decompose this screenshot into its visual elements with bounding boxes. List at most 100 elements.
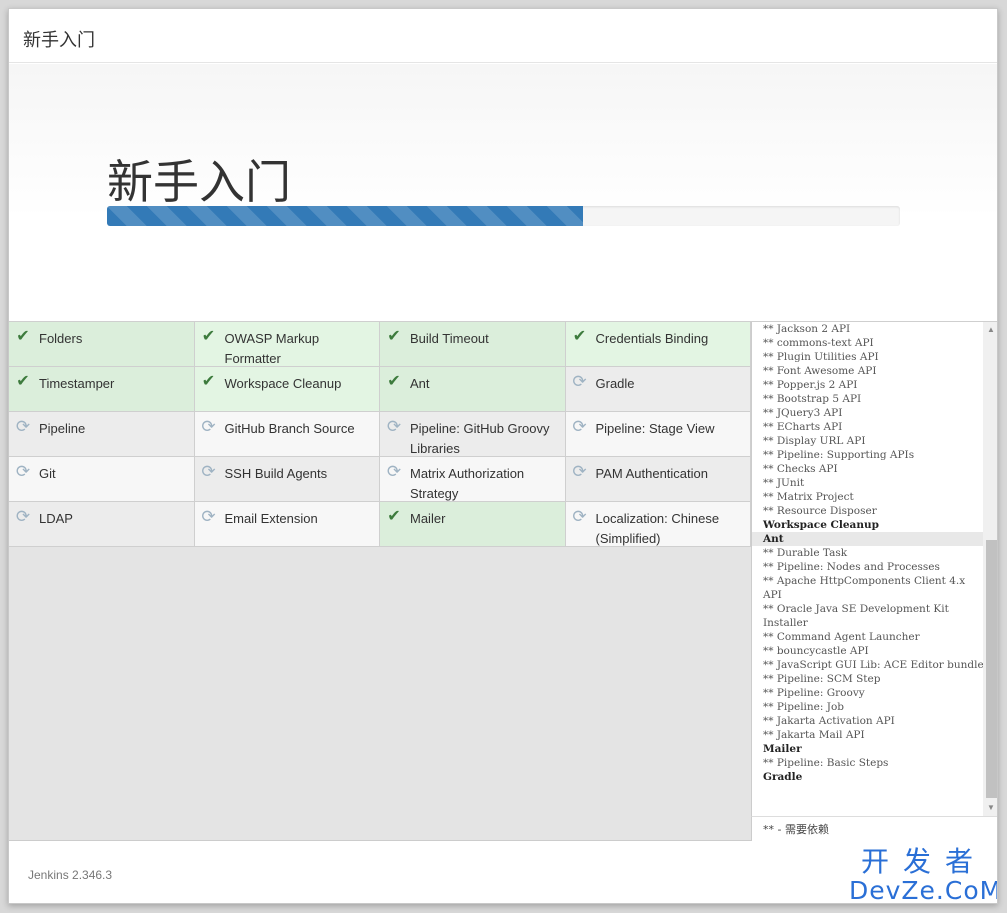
refresh-icon: ⟳ (15, 417, 31, 436)
plugin-name: PAM Authentication (595, 466, 709, 481)
log-line: ** Pipeline: Job (763, 701, 845, 713)
plugin-item: ⟳ Email Extension (194, 502, 380, 547)
log-line: ** Jackson 2 API (763, 323, 851, 335)
dialog-title: 新手入门 (23, 30, 95, 51)
check-icon: ✔ (16, 328, 30, 345)
log-line: ** JUnit (763, 477, 805, 489)
plugin-item: ✔ Timestamper (9, 367, 195, 412)
plugin-item: ⟳ Pipeline: GitHub Groovy Libraries (380, 412, 566, 457)
refresh-icon: ⟳ (15, 462, 31, 481)
scrollbar-thumb[interactable] (986, 540, 997, 798)
scroll-up-arrow-icon[interactable]: ▲ (983, 322, 997, 338)
refresh-icon: ⟳ (572, 462, 587, 481)
plugin-item: ✔ Build Timeout (380, 322, 566, 367)
plugin-item: ⟳ PAM Authentication (565, 457, 751, 502)
plugin-item: ✔ Mailer (380, 502, 566, 547)
page-title: 新手入门 (107, 155, 291, 209)
log-line: ** Pipeline: SCM Step (763, 673, 881, 685)
plugin-name: LDAP (39, 511, 73, 526)
watermark-top: 开发者 (860, 845, 987, 878)
log-line: ** Bootstrap 5 API (763, 393, 862, 405)
check-icon: ✔ (387, 373, 401, 390)
hero-panel: 新手入门 (9, 64, 997, 322)
log-line: ** Display URL API (763, 435, 866, 447)
install-progress (107, 206, 900, 226)
log-line: ** JavaScript GUI Lib: ACE Editor bundle (763, 659, 984, 671)
log-line: ** Checks API (763, 463, 838, 475)
plugin-name: Pipeline: Stage View (595, 421, 715, 436)
plugin-name: Timestamper (39, 376, 115, 391)
plugin-install-area: ✔ Folders ✔ OWASP Markup Formatter ✔ Build Ti… (9, 322, 997, 841)
log-line: ** Oracle Java SE Development Kit Instal… (763, 603, 949, 629)
plugin-item: ⟳ LDAP (9, 502, 195, 547)
plugin-name: SSH Build Agents (224, 466, 328, 481)
plugin-item: ✔ Workspace Cleanup (194, 367, 380, 412)
log-line: Workspace Cleanup (763, 519, 879, 531)
log-line: ** Durable Task (763, 547, 848, 559)
progress-bar-fill (107, 206, 583, 226)
refresh-icon: ⟳ (572, 507, 587, 526)
plugin-item: ✔ Ant (380, 367, 566, 412)
log-line: ** Matrix Project (763, 491, 854, 503)
refresh-icon: ⟳ (386, 462, 402, 481)
plugin-item: ⟳ Gradle (565, 367, 751, 412)
plugin-name: Pipeline (39, 421, 86, 436)
plugin-name: Gradle (595, 376, 635, 391)
plugin-item: ⟳ Matrix Authorization Strategy (380, 457, 566, 502)
plugin-item: ✔ Folders (9, 322, 195, 367)
plugin-item: ⟳ Localization: Chinese (Simplified) (565, 502, 751, 547)
plugin-item: ⟳ GitHub Branch Source (194, 412, 380, 457)
log-scrollbar[interactable]: ▲ ▼ (983, 322, 997, 816)
plugin-name: Git (39, 466, 56, 481)
log-line: ** Apache HttpComponents Client 4.x API (763, 575, 966, 601)
dependency-legend: ** - 需要依赖 (751, 816, 997, 841)
log-line: ** Plugin Utilities API (763, 351, 879, 363)
plugin-item: ✔ OWASP Markup Formatter (194, 322, 380, 367)
refresh-icon: ⟳ (572, 417, 587, 436)
log-line: ** Font Awesome API (763, 365, 877, 377)
dialog-header: 新手入门 (9, 9, 997, 63)
plugin-item: ⟳ Pipeline: Stage View (565, 412, 751, 457)
log-line: ** Pipeline: Groovy (763, 687, 865, 699)
log-line: ** commons-text API (763, 337, 874, 349)
setup-dialog: 新手入门 新手入门 ✔ Folders ✔ OWASP Markup Formatte… (8, 8, 998, 904)
check-icon: ✔ (16, 373, 30, 390)
check-icon: ✔ (387, 328, 401, 345)
plugin-name: Localization: Chinese (Simplified) (595, 511, 720, 546)
refresh-icon: ⟳ (201, 462, 216, 481)
install-log[interactable]: ** Jackson 2 API ** commons-text API ** Pl… (751, 322, 997, 816)
log-line: Ant (752, 532, 984, 546)
check-icon: ✔ (387, 508, 401, 525)
plugin-name: Workspace Cleanup (224, 376, 342, 391)
refresh-icon: ⟳ (201, 417, 216, 436)
refresh-icon: ⟳ (201, 507, 216, 526)
watermark-logo: 开发者 DevZe.CoM (849, 845, 997, 904)
jenkins-version: Jenkins 2.346.3 (28, 868, 113, 882)
log-line: ** Pipeline: Basic Steps (763, 757, 889, 769)
log-line: ** ECharts API (763, 421, 843, 433)
plugin-name: OWASP Markup Formatter (224, 331, 320, 366)
log-line: ** JQuery3 API (763, 407, 843, 419)
check-icon: ✔ (201, 373, 216, 390)
install-log-content: ** Jackson 2 API ** commons-text API ** Pl… (752, 322, 984, 784)
log-line: ** Jakarta Mail API (763, 729, 865, 741)
check-icon: ✔ (572, 328, 587, 345)
log-line: ** Jakarta Activation API (763, 715, 895, 727)
log-line: ** bouncycastle API (763, 645, 869, 657)
plugin-name: Pipeline: GitHub Groovy Libraries (410, 421, 550, 456)
log-line: ** Pipeline: Supporting APIs (763, 449, 915, 461)
plugin-name: Email Extension (224, 511, 318, 526)
plugin-name: Build Timeout (410, 331, 489, 346)
plugin-item: ⟳ SSH Build Agents (194, 457, 380, 502)
scroll-down-arrow-icon[interactable]: ▼ (983, 800, 997, 816)
plugin-item: ✔ Credentials Binding (565, 322, 751, 367)
log-line: ** Pipeline: Nodes and Processes (763, 561, 940, 573)
refresh-icon: ⟳ (15, 507, 31, 526)
log-line: Mailer (763, 743, 802, 755)
refresh-icon: ⟳ (572, 372, 587, 391)
check-icon: ✔ (201, 328, 216, 345)
plugin-grid: ✔ Folders ✔ OWASP Markup Formatter ✔ Build Ti… (9, 322, 751, 547)
log-line: ** Popper.js 2 API (763, 379, 858, 391)
plugin-name: Ant (410, 376, 430, 391)
refresh-icon: ⟳ (386, 417, 402, 436)
